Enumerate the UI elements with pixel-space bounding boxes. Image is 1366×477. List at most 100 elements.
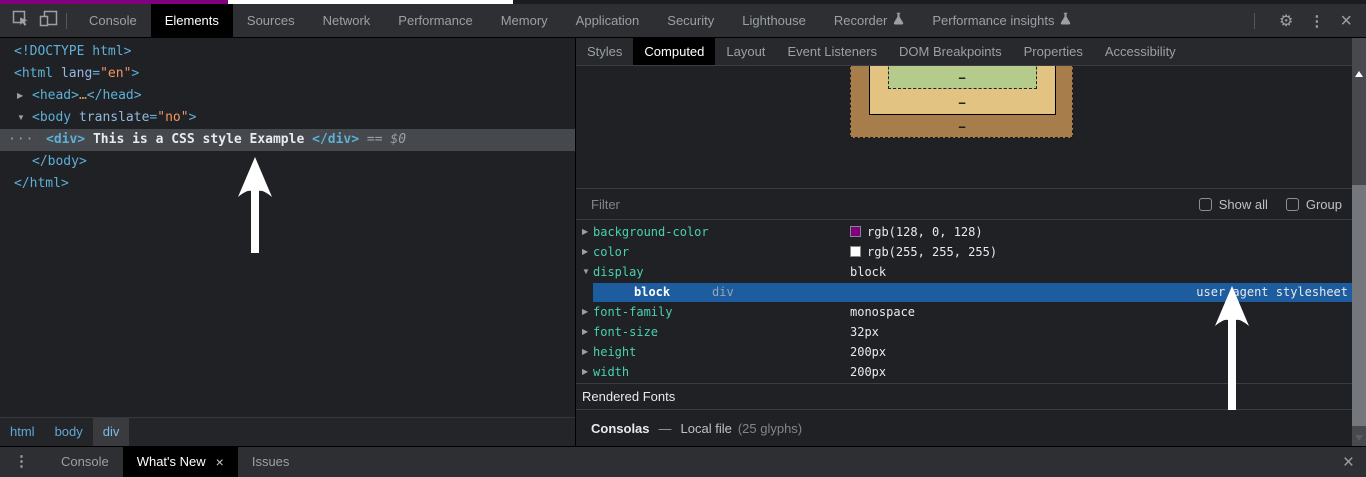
tab-recorder[interactable]: Recorder [820,4,918,37]
tab-elements[interactable]: Elements [150,4,233,37]
border-value[interactable]: − [952,96,972,110]
scrollbar-down-arrow-icon[interactable] [1355,435,1363,441]
body-attr-value: "no" [157,110,189,125]
tag-close-bracket: > [188,110,197,125]
tab-styles[interactable]: Styles [576,38,633,65]
disclosure-collapsed-icon[interactable]: ▶ [582,322,588,342]
tab-application[interactable]: Application [562,4,654,37]
property-row-background-color[interactable]: ▶ background-color rgb(128, 0, 128) [576,222,1352,242]
rendered-font-item: Consolas — Local file (25 glyphs) [576,411,1352,445]
tab-dom-breakpoints[interactable]: DOM Breakpoints [888,38,1013,65]
drawer-tab-issues-label: Issues [251,454,290,469]
drawer-tab-whats-new[interactable]: What's New × [122,447,238,477]
scrollbar-thumb[interactable] [1352,185,1366,426]
disclosure-collapsed-icon[interactable]: ▶ [582,242,588,262]
tab-layout[interactable]: Layout [715,38,776,65]
tab-performance-insights[interactable]: Performance insights [918,4,1085,37]
tab-performance[interactable]: Performance [384,4,486,37]
scrollbar-up-arrow-icon[interactable] [1355,71,1363,77]
tab-computed[interactable]: Computed [633,38,716,65]
disclosure-collapsed-icon[interactable]: ▶ [582,222,588,242]
tab-memory-label: Memory [500,13,548,28]
tab-accessibility[interactable]: Accessibility [1094,38,1187,65]
drawer-tab-issues[interactable]: Issues [238,447,304,477]
filter-checkbox-group: Show all Group [1198,196,1352,212]
close-devtools-icon[interactable]: × [1340,11,1352,31]
head-close-tag: </head> [86,88,142,103]
disclosure-collapsed-icon[interactable]: ▶ [582,342,588,362]
drawer-toolbar: ⋮ Console What's New × Issues × [0,446,1366,477]
font-source: Local file [680,420,732,436]
tree-row-html-close[interactable]: </html> [0,173,575,195]
disclosure-collapsed-icon[interactable]: ▶ [17,85,23,107]
div-close-tag: </div> [312,132,360,147]
close-tab-icon[interactable]: × [216,455,224,469]
disclosure-collapsed-icon[interactable]: ▶ [582,302,588,322]
div-open-tag: <div> [46,132,86,147]
disclosure-expanded-icon[interactable]: ▼ [17,107,25,129]
breadcrumb-html[interactable]: html [0,418,45,446]
breadcrumb-div[interactable]: div [92,418,130,446]
breadcrumb-body[interactable]: body [45,418,93,446]
tab-sources[interactable]: Sources [233,4,309,37]
color-swatch-white[interactable] [850,246,861,257]
show-all-checkbox[interactable] [1198,197,1212,211]
device-toolbar-icon[interactable] [39,10,58,32]
group-option: Group [1285,196,1342,212]
tree-row-html-open[interactable]: <html lang="en"> [0,63,575,85]
tab-network-label: Network [322,13,371,28]
tab-security[interactable]: Security [653,4,728,37]
tree-row-doctype[interactable]: <!DOCTYPE html> [0,41,575,63]
head-open-tag: <head> [32,88,79,103]
sidebar-scrollbar[interactable] [1352,38,1366,446]
devtools-toolbar: Console Elements Sources Network Perform… [0,4,1366,38]
property-value: 200px [850,345,887,359]
tab-event-listeners[interactable]: Event Listeners [776,38,888,65]
tab-network[interactable]: Network [309,4,385,37]
div-text-node: This is a CSS style Example [85,132,313,147]
tab-console-label: Console [89,13,137,28]
filter-input[interactable]: Filter [591,197,620,212]
property-value: monospace [850,305,916,319]
close-drawer-icon[interactable]: × [1343,453,1366,472]
trace-value: block [634,285,671,299]
tree-row-head[interactable]: ▶ <head>…</head> [0,85,575,107]
tab-properties[interactable]: Properties [1013,38,1094,65]
tab-lighthouse[interactable]: Lighthouse [728,4,820,37]
body-close-tag: </body> [32,154,87,169]
tree-row-body-close[interactable]: </body> [0,151,575,173]
group-checkbox[interactable] [1285,197,1299,211]
property-row-color[interactable]: ▶ color rgb(255, 255, 255) [576,242,1352,262]
overflow-dots-icon[interactable]: ··· [8,129,34,151]
inspect-element-icon[interactable] [12,10,29,32]
html-attr-name: lang [53,66,93,81]
tree-row-body-open[interactable]: ▼ <body translate="no"> [0,107,575,129]
show-all-label: Show all [1218,196,1268,212]
padding-value[interactable]: − [952,71,972,85]
property-value: rgb(255, 255, 255) [867,245,998,259]
property-name: font-size [593,325,659,339]
drawer-tab-console[interactable]: Console [47,447,123,477]
annotation-arrow-right [1211,284,1253,415]
property-value: 200px [850,365,887,379]
tab-sources-label: Sources [246,13,295,28]
more-options-icon[interactable]: ⋮ [1309,12,1324,30]
tab-performance-label: Performance [398,13,473,28]
settings-gear-icon[interactable]: ⚙ [1279,11,1293,31]
disclosure-collapsed-icon[interactable]: ▶ [582,362,588,382]
group-label: Group [1305,196,1342,212]
disclosure-expanded-icon[interactable]: ▼ [582,262,590,282]
drawer-more-icon[interactable]: ⋮ [14,447,29,477]
tree-row-div-selected[interactable]: ··· <div> This is a CSS style Example </d… [0,129,575,151]
drawer-tab-whats-new-label: What's New [136,454,206,469]
property-name: background-color [593,225,709,239]
trace-selector: div [712,285,734,299]
tab-application-label: Application [575,13,640,28]
property-row-display[interactable]: ▼ display block [576,262,1352,282]
tab-memory[interactable]: Memory [487,4,562,37]
toolbar-divider [1253,12,1255,29]
tab-console[interactable]: Console [75,4,151,37]
tab-lighthouse-label: Lighthouse [742,13,806,28]
color-swatch-purple[interactable] [850,226,861,237]
margin-value[interactable]: − [952,120,972,134]
